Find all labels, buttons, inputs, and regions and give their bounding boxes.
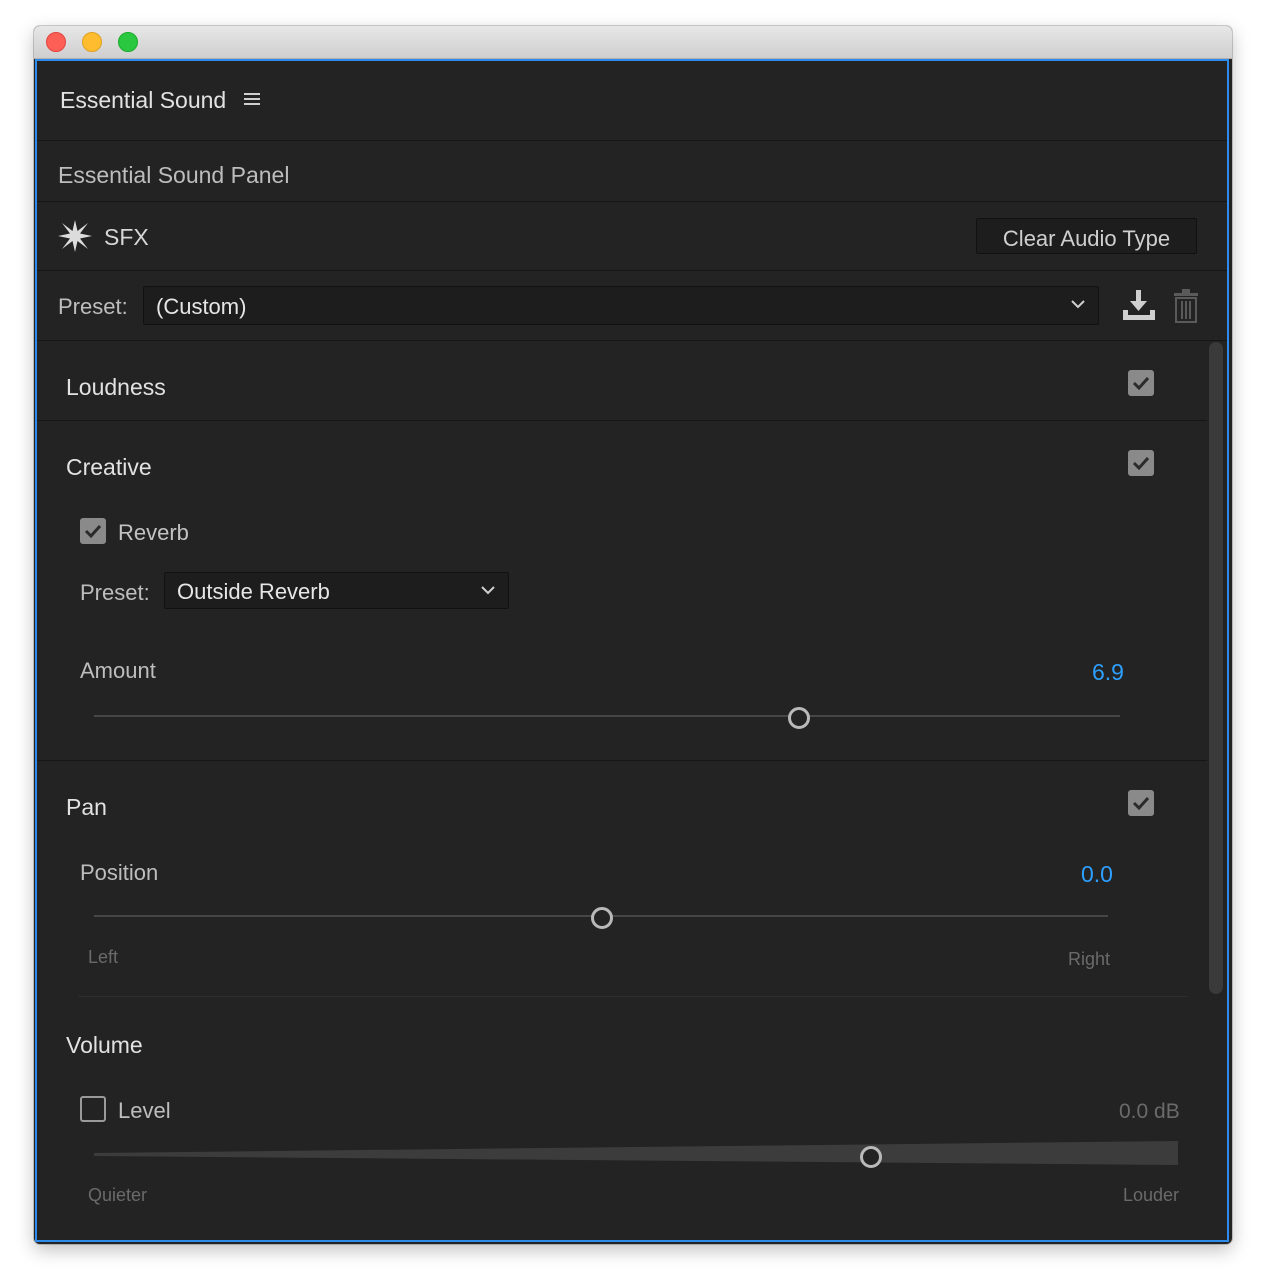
app-window: Essential Sound Essential Sound Panel SF… bbox=[34, 26, 1232, 1244]
scrollbar[interactable] bbox=[1209, 342, 1223, 994]
quieter-label: Quieter bbox=[88, 1185, 148, 1205]
reverb-preset-value: Outside Reverb bbox=[177, 579, 330, 604]
save-preset-icon[interactable] bbox=[1122, 290, 1156, 327]
louder-label: Louder bbox=[1123, 1185, 1180, 1205]
clear-audio-type-button[interactable]: Clear Audio Type bbox=[976, 218, 1197, 254]
close-window-button[interactable] bbox=[46, 32, 66, 52]
checkmark-icon bbox=[1132, 796, 1150, 811]
level-value[interactable]: 0.0 dB bbox=[1119, 1100, 1180, 1124]
amount-label: Amount bbox=[80, 658, 156, 683]
divider bbox=[37, 201, 1227, 202]
title-bar bbox=[34, 26, 1232, 59]
trash-icon[interactable] bbox=[1173, 289, 1199, 328]
maximize-window-button[interactable] bbox=[118, 32, 138, 52]
divider bbox=[78, 996, 1188, 997]
chevron-down-icon bbox=[1071, 300, 1085, 309]
position-value[interactable]: 0.0 bbox=[1081, 861, 1113, 888]
reverb-preset-dropdown[interactable]: Outside Reverb bbox=[164, 572, 509, 609]
level-slider-handle[interactable] bbox=[860, 1146, 882, 1168]
minimize-window-button[interactable] bbox=[82, 32, 102, 52]
pan-right-label: Right bbox=[1068, 949, 1111, 969]
divider bbox=[37, 420, 1207, 421]
preset-dropdown[interactable]: (Custom) bbox=[143, 286, 1099, 325]
preset-label: Preset: bbox=[58, 294, 128, 319]
amount-value[interactable]: 6.9 bbox=[1092, 659, 1124, 686]
reverb-checkbox[interactable] bbox=[80, 518, 106, 544]
position-slider-handle[interactable] bbox=[591, 907, 613, 929]
creative-header: Creative bbox=[66, 454, 152, 480]
chevron-down-icon bbox=[481, 586, 495, 595]
pan-left-label: Left bbox=[88, 947, 119, 967]
amount-slider-track[interactable] bbox=[94, 715, 1120, 717]
hamburger-menu-icon[interactable] bbox=[244, 91, 262, 112]
divider bbox=[37, 140, 1227, 141]
pan-header: Pan bbox=[66, 794, 107, 820]
volume-header: Volume bbox=[66, 1032, 143, 1058]
level-label: Level bbox=[118, 1098, 171, 1123]
reverb-label: Reverb bbox=[118, 520, 189, 545]
essential-sound-panel: Essential Sound Essential Sound Panel SF… bbox=[35, 59, 1229, 1242]
preset-value: (Custom) bbox=[156, 294, 247, 319]
panel-subtitle: Essential Sound Panel bbox=[58, 162, 290, 188]
position-label: Position bbox=[80, 860, 159, 885]
audio-type-label: SFX bbox=[104, 224, 149, 250]
loudness-header: Loudness bbox=[66, 374, 166, 400]
checkmark-icon bbox=[84, 524, 102, 539]
sfx-burst-icon bbox=[58, 220, 92, 257]
reverb-preset-label: Preset: bbox=[80, 580, 150, 605]
checkmark-icon bbox=[1132, 456, 1150, 471]
divider bbox=[37, 270, 1227, 271]
clear-audio-type-label: Clear Audio Type bbox=[1002, 226, 1171, 251]
checkmark-icon bbox=[1132, 376, 1150, 391]
divider bbox=[37, 340, 1227, 341]
loudness-enable-checkbox[interactable] bbox=[1128, 370, 1154, 396]
level-wedge-slider[interactable] bbox=[94, 1141, 1179, 1172]
panel-title: Essential Sound bbox=[60, 87, 227, 113]
amount-slider-handle[interactable] bbox=[788, 707, 810, 729]
divider bbox=[37, 760, 1207, 761]
level-checkbox[interactable] bbox=[80, 1096, 106, 1122]
pan-enable-checkbox[interactable] bbox=[1128, 790, 1154, 816]
creative-enable-checkbox[interactable] bbox=[1128, 450, 1154, 476]
